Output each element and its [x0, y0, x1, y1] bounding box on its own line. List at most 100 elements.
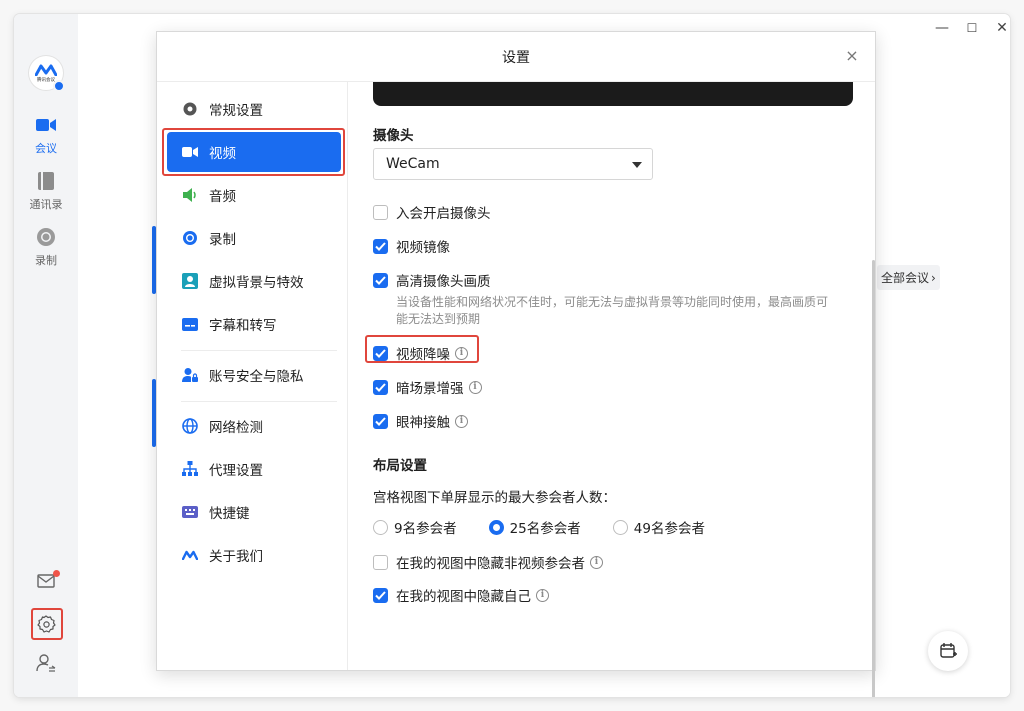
info-icon[interactable]: i — [468, 380, 482, 394]
checkbox-checked[interactable] — [373, 379, 388, 395]
gear-icon — [37, 615, 56, 633]
mail-button[interactable] — [14, 574, 78, 588]
camera-select[interactable]: WeCam — [373, 148, 653, 180]
video-settings-panel: 摄像头 WeCam 入会开启摄像头 视频镜像 高清摄像头画质 当设备性能和网络状… — [349, 82, 875, 697]
option-hide-self[interactable]: 在我的视图中隐藏自己 i — [373, 585, 549, 605]
video-camera-icon — [35, 114, 57, 136]
nav-item-label: 账号安全与隐私 — [209, 369, 304, 385]
schedule-meeting-button[interactable] — [928, 631, 968, 671]
minimize-button[interactable]: — — [932, 20, 952, 36]
radio-button[interactable] — [373, 519, 388, 535]
nav-item-recording[interactable]: 录制 — [167, 218, 341, 258]
info-icon[interactable]: i — [455, 414, 468, 428]
check-icon — [375, 416, 386, 426]
checkbox-checked[interactable] — [373, 345, 388, 361]
option-label: 高清摄像头画质 — [396, 274, 491, 290]
checkbox-checked[interactable] — [373, 587, 388, 603]
mail-icon — [37, 574, 55, 588]
rail-item-meetings[interactable]: 会议 — [14, 114, 78, 156]
radio-button-selected[interactable] — [488, 519, 504, 535]
option-label: 在我的视图中隐藏自己 — [396, 589, 531, 605]
radio-label: 9名参会者 — [394, 521, 457, 537]
nav-item-captions[interactable]: 字幕和转写 — [167, 304, 341, 344]
info-icon[interactable]: i — [455, 346, 468, 360]
nav-item-video[interactable]: 视频 — [167, 132, 341, 172]
info-icon[interactable]: i — [536, 588, 549, 602]
nav-item-account-security[interactable]: 账号安全与隐私 — [167, 355, 341, 395]
all-meetings-link[interactable]: 全部会议 › — [877, 265, 940, 290]
close-window-button[interactable]: ✕ — [992, 20, 1010, 36]
nav-item-label: 字幕和转写 — [209, 318, 277, 334]
rail-item-label: 录制 — [35, 254, 57, 267]
user-lock-icon — [181, 366, 199, 384]
checkbox-checked[interactable] — [373, 238, 388, 254]
nav-item-shortcuts[interactable]: 快捷键 — [167, 492, 341, 532]
check-icon — [375, 382, 386, 392]
radio-25[interactable]: 25名参会者 — [488, 517, 581, 537]
settings-button[interactable] — [14, 614, 78, 634]
option-label: 视频降噪 — [396, 347, 450, 363]
scrollbar[interactable] — [872, 260, 875, 697]
app-logo[interactable]: 腾讯会议 — [29, 56, 65, 92]
checkbox-checked[interactable] — [373, 272, 388, 288]
radio-button[interactable] — [612, 519, 628, 535]
max-participants-label: 宫格视图下单屏显示的最大参会者人数： — [373, 490, 616, 506]
max-participants-radios: 9名参会者 25名参会者 49名参会者 — [373, 517, 737, 537]
record-icon — [35, 226, 57, 248]
caption-icon — [181, 315, 199, 333]
user-switch-button[interactable] — [14, 653, 78, 673]
option-label: 视频镜像 — [396, 240, 450, 256]
logo-icon — [35, 64, 57, 76]
video-camera-icon — [181, 143, 199, 161]
radio-label: 49名参会者 — [633, 521, 705, 537]
checkbox-checked[interactable] — [373, 413, 388, 429]
option-hide-non-video[interactable]: 在我的视图中隐藏非视频参会者 i — [373, 552, 603, 572]
rail-item-contacts[interactable]: 通讯录 — [14, 170, 78, 212]
nav-item-label: 网络检测 — [209, 420, 263, 436]
caret-down-icon — [632, 162, 642, 168]
nav-item-network-check[interactable]: 网络检测 — [167, 406, 341, 446]
nav-divider — [181, 350, 337, 351]
dialog-header: 设置 — [157, 32, 875, 82]
nav-divider — [181, 401, 337, 402]
info-icon[interactable]: i — [590, 555, 603, 569]
option-join-camera[interactable]: 入会开启摄像头 — [373, 202, 491, 222]
rail-item-recording[interactable]: 录制 — [14, 226, 78, 268]
nav-item-audio[interactable]: 音频 — [167, 175, 341, 215]
option-low-light[interactable]: 暗场景增强 i — [373, 377, 482, 397]
logo-icon — [181, 546, 199, 564]
maximize-button[interactable]: ☐ — [962, 21, 982, 35]
nav-item-label: 快捷键 — [209, 506, 250, 522]
speaker-icon — [181, 186, 199, 204]
option-video-denoise[interactable]: 视频降噪 i — [373, 343, 468, 363]
app-rail: 腾讯会议 会议 通讯录 录制 — [14, 14, 78, 697]
nav-item-label: 代理设置 — [209, 463, 263, 479]
radio-9[interactable]: 9名参会者 — [373, 517, 457, 537]
nav-item-label: 关于我们 — [209, 549, 263, 565]
network-tree-icon — [181, 460, 199, 478]
radio-49[interactable]: 49名参会者 — [612, 517, 705, 537]
option-hd-camera[interactable]: 高清摄像头画质 — [373, 270, 491, 290]
close-icon[interactable]: × — [843, 47, 861, 65]
nav-item-general[interactable]: 常规设置 — [167, 89, 341, 129]
camera-section-title: 摄像头 — [373, 128, 414, 144]
check-icon — [375, 348, 386, 358]
nav-item-virtual-background[interactable]: 虚拟背景与特效 — [167, 261, 341, 301]
nav-item-about[interactable]: 关于我们 — [167, 535, 341, 575]
checkbox[interactable] — [373, 554, 388, 570]
check-icon — [375, 275, 386, 285]
nav-item-label: 视频 — [209, 146, 236, 162]
option-eye-contact[interactable]: 眼神接触 i — [373, 411, 468, 431]
checkbox[interactable] — [373, 204, 388, 220]
option-mirror[interactable]: 视频镜像 — [373, 236, 450, 256]
dialog-title: 设置 — [502, 49, 530, 66]
globe-icon — [181, 417, 199, 435]
status-badge — [53, 80, 65, 92]
nav-item-proxy[interactable]: 代理设置 — [167, 449, 341, 489]
chevron-right-icon: › — [931, 270, 936, 285]
rail-item-label: 通讯录 — [29, 198, 63, 211]
portrait-icon — [181, 272, 199, 290]
layout-section-title: 布局设置 — [373, 458, 427, 474]
nav-item-label: 音频 — [209, 189, 236, 205]
nav-item-label: 录制 — [209, 232, 236, 248]
